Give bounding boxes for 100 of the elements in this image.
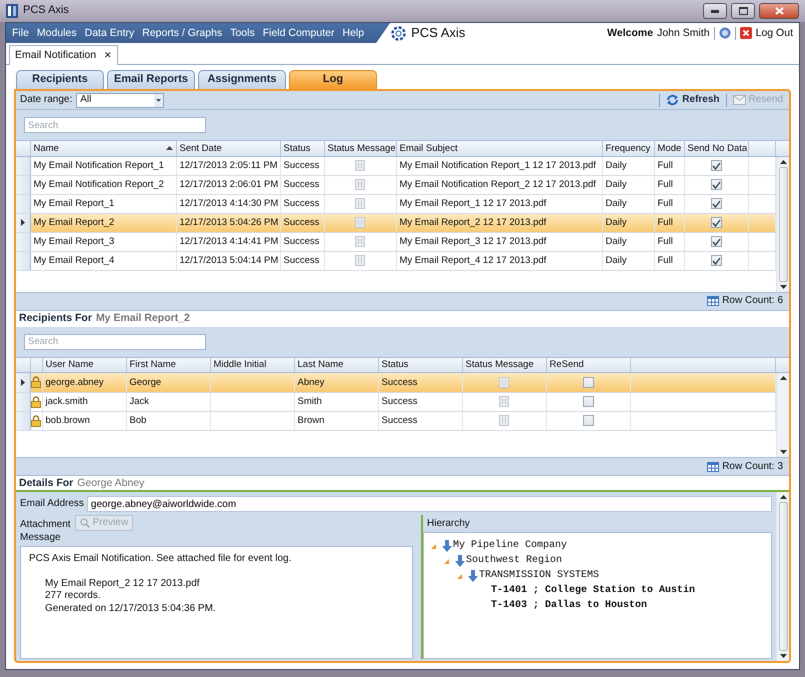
column-header[interactable]: Last Name bbox=[294, 358, 378, 372]
column-header[interactable]: Mode bbox=[654, 141, 684, 156]
column-header[interactable]: Frequency bbox=[602, 141, 654, 156]
tab[interactable]: Recipients bbox=[16, 70, 104, 89]
checkbox[interactable] bbox=[710, 198, 722, 210]
checkbox[interactable] bbox=[710, 236, 722, 248]
tree-item[interactable]: My Pipeline Company bbox=[453, 540, 568, 552]
close-button[interactable] bbox=[759, 3, 799, 19]
row-count: 3 bbox=[777, 460, 783, 472]
table-row[interactable]: My Email Notification Report_1 12/17/2013 2:05:11 PM Success My Email Notification Report_1 12 17 2013.pdf Daily Full bbox=[16, 156, 776, 176]
expanded-icon[interactable] bbox=[456, 572, 464, 580]
scroll-thumb[interactable] bbox=[778, 502, 788, 651]
close-icon bbox=[774, 7, 784, 15]
column-header[interactable]: Send No Data bbox=[684, 141, 748, 156]
status-message-icon bbox=[355, 236, 365, 248]
tree-item[interactable]: T-1401 ; College Station to Austin bbox=[469, 584, 696, 596]
status-message-icon bbox=[355, 160, 365, 172]
date-range-dropdown[interactable]: All bbox=[76, 92, 164, 108]
search-field[interactable]: Search bbox=[24, 334, 206, 350]
table-cell: Jack bbox=[126, 392, 210, 411]
column-header[interactable]: Status Message bbox=[324, 141, 396, 156]
scroll-thumb[interactable] bbox=[778, 166, 788, 282]
welcome-label: Welcome bbox=[607, 26, 654, 40]
table-cell: Success bbox=[280, 232, 324, 252]
column-header[interactable]: Status Message bbox=[462, 358, 546, 372]
menu-item[interactable]: Help bbox=[338, 26, 368, 40]
menu-item[interactable]: Modules bbox=[32, 26, 81, 40]
table-row[interactable]: george.abney George Abney Success bbox=[16, 373, 776, 392]
table-row[interactable]: jack.smith Jack Smith Success bbox=[16, 392, 776, 411]
table-row[interactable]: My Email Report_2 12/17/2013 5:04:26 PM Success My Email Report_2 12 17 2013.pdf Daily Full bbox=[16, 214, 776, 232]
column-header[interactable]: ReSend bbox=[546, 358, 630, 372]
menu-item[interactable]: Reports / Graphs bbox=[138, 26, 226, 40]
scroll-down-icon bbox=[780, 654, 786, 658]
table-cell: Daily bbox=[602, 214, 654, 232]
checkmark-icon bbox=[712, 200, 720, 208]
menu-item[interactable]: File bbox=[8, 26, 33, 40]
scrollbar[interactable] bbox=[776, 373, 789, 457]
table-row[interactable]: My Email Report_3 12/17/2013 4:14:41 PM Success My Email Report_3 12 17 2013.pdf Daily Full bbox=[16, 232, 776, 252]
tab[interactable]: Log bbox=[289, 70, 377, 89]
checkbox[interactable] bbox=[710, 160, 722, 172]
date-range-label: Date range: bbox=[20, 94, 72, 106]
column-header[interactable]: First Name bbox=[126, 358, 210, 372]
toolbar-button[interactable]: Refresh bbox=[664, 94, 722, 106]
user-name: John Smith bbox=[657, 26, 710, 40]
column-header[interactable]: Middle Initial bbox=[210, 358, 294, 372]
checkbox[interactable] bbox=[710, 217, 722, 228]
field-label: Attachment bbox=[20, 519, 71, 531]
table-cell: 12/17/2013 5:04:14 PM bbox=[176, 252, 280, 270]
tree-item[interactable]: Southwest Region bbox=[466, 554, 562, 566]
lock-icon bbox=[31, 396, 41, 408]
table-icon bbox=[707, 296, 720, 306]
minimize-button[interactable] bbox=[703, 3, 727, 19]
lock-icon bbox=[31, 414, 41, 426]
column-header[interactable]: Sent Date bbox=[176, 141, 280, 156]
search-field[interactable]: Search bbox=[24, 117, 206, 133]
column-header[interactable]: User Name bbox=[42, 358, 126, 372]
logout-icon[interactable] bbox=[740, 27, 752, 39]
menu-item[interactable]: Tools bbox=[226, 26, 259, 40]
message-text: 277 records. bbox=[44, 590, 102, 602]
message-box[interactable]: PCS Axis Email Notification. See attached file for event log. My Email Report_2 12 17 2013.pdf 277 records. Generated on 12/17/2013 5:04:36 PM. bbox=[20, 546, 413, 659]
scroll-down-icon bbox=[780, 450, 786, 454]
row-count-label: Row Count: bbox=[722, 295, 774, 307]
column-header[interactable]: Status bbox=[378, 358, 462, 372]
document-tab[interactable]: Email Notification ✕ bbox=[9, 45, 118, 65]
checkbox[interactable] bbox=[710, 255, 722, 266]
table-cell: My Email Report_3 12 17 2013.pdf bbox=[396, 232, 602, 252]
table-cell: My Email Report_3 bbox=[30, 232, 176, 252]
menu-item[interactable]: Data Entry bbox=[80, 26, 138, 40]
logout-link[interactable]: Log Out bbox=[756, 26, 793, 40]
row-selector[interactable] bbox=[16, 373, 30, 392]
email-field[interactable]: george.abney@aiworldwide.com bbox=[86, 496, 772, 512]
checkbox[interactable] bbox=[710, 179, 722, 190]
checkbox[interactable] bbox=[582, 414, 594, 426]
close-tab-button[interactable]: ✕ bbox=[104, 50, 112, 62]
status-message-icon bbox=[499, 376, 509, 388]
help-icon[interactable] bbox=[718, 27, 731, 39]
table-cell: My Email Report_4 bbox=[30, 252, 176, 270]
column-header[interactable]: Name bbox=[30, 141, 176, 156]
menu-item[interactable]: Field Computer bbox=[258, 26, 338, 40]
row-selector[interactable] bbox=[16, 214, 30, 232]
scrollbar[interactable] bbox=[776, 156, 789, 292]
expanded-icon[interactable] bbox=[443, 556, 451, 564]
table-cell: My Email Report_2 bbox=[30, 214, 176, 232]
table-row[interactable]: bob.brown Bob Brown Success bbox=[16, 411, 776, 430]
tab[interactable]: Email Reports bbox=[107, 70, 195, 89]
tree-item[interactable]: T-1403 ; Dallas to Houston bbox=[469, 600, 648, 612]
table-row[interactable]: My Email Report_4 12/17/2013 5:04:14 PM Success My Email Report_4 12 17 2013.pdf Daily Full bbox=[16, 252, 776, 270]
tree-item[interactable]: TRANSMISSION SYSTEMS bbox=[479, 570, 600, 582]
scrollbar[interactable] bbox=[776, 492, 789, 661]
table-cell: My Email Notification Report_1 bbox=[30, 156, 176, 176]
column-header[interactable]: Status bbox=[280, 141, 324, 156]
table-row[interactable]: My Email Notification Report_2 12/17/2013 2:06:01 PM Success My Email Notification Report_2 12 17 2013.pdf Daily Full bbox=[16, 176, 776, 194]
checkbox[interactable] bbox=[582, 396, 594, 407]
maximize-button[interactable] bbox=[731, 3, 755, 19]
expanded-icon[interactable] bbox=[430, 542, 438, 550]
checkbox[interactable] bbox=[582, 376, 594, 388]
column-header[interactable]: Email Subject bbox=[396, 141, 602, 156]
table-cell: Success bbox=[280, 156, 324, 176]
tab[interactable]: Assignments bbox=[198, 70, 286, 89]
row-count-label: Row Count: bbox=[722, 460, 774, 472]
